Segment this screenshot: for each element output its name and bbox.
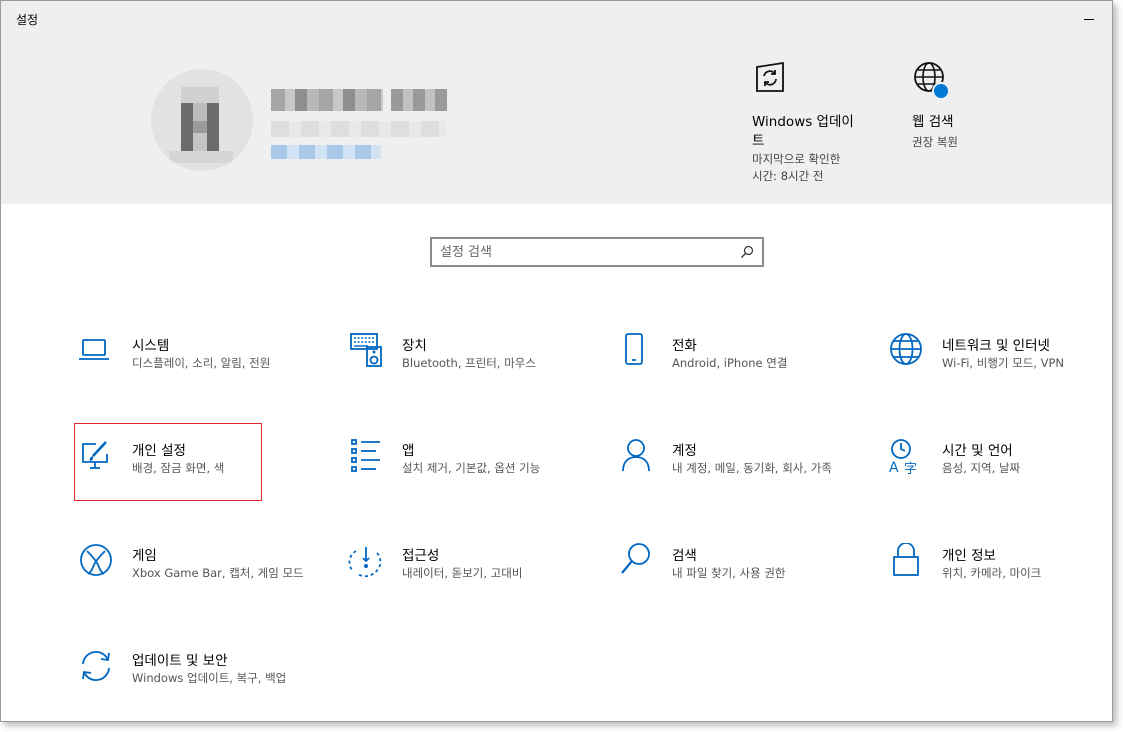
search-input[interactable]: [440, 243, 730, 261]
tile-devices[interactable]: 장치 Bluetooth, 프린터, 마우스: [344, 333, 594, 413]
tile-title: 시스템: [132, 338, 170, 354]
tile-subtitle: 설치 제거, 기본값, 옵션 기능: [402, 461, 541, 475]
tile-title: 접근성: [402, 548, 440, 564]
tile-accounts[interactable]: 계정 내 계정, 메일, 동기화, 회사, 가족: [614, 438, 864, 518]
tile-subtitle: 내레이터, 돋보기, 고대비: [402, 566, 523, 580]
globe-icon: [914, 62, 950, 100]
account-header: Windows 업데이트 마지막으로 확인한 시간: 8시간 전 웹 검색 권장…: [1, 37, 1112, 204]
xbox-icon: [80, 544, 112, 576]
apps-list-icon: [351, 439, 380, 472]
windows-update-status-2: 시간: 8시간 전: [752, 169, 824, 183]
account-name-redacted: [271, 89, 383, 111]
tile-subtitle: Wi-Fi, 비행기 모드, VPN: [942, 356, 1065, 370]
tile-title: 계정: [672, 443, 697, 459]
account-email-redacted: [271, 121, 447, 137]
globe-network-icon: [890, 333, 922, 365]
tile-subtitle: 내 파일 찾기, 사용 권한: [672, 566, 786, 580]
tile-subtitle: Bluetooth, 프린터, 마우스: [402, 356, 536, 370]
settings-search-box[interactable]: [430, 237, 764, 267]
search-icon: [741, 245, 754, 258]
svg-text:A: A: [889, 460, 899, 476]
title-bar: 설정: [1, 1, 1112, 37]
windows-update-title: Windows 업데이트: [752, 114, 854, 149]
avatar[interactable]: [151, 69, 253, 171]
tile-title: 장치: [402, 338, 427, 354]
tile-system[interactable]: 시스템 디스플레이, 소리, 알림, 전원: [74, 333, 324, 413]
account-link-redacted[interactable]: [271, 145, 381, 159]
keyboard-speaker-icon: [350, 333, 382, 367]
window-title: 설정: [16, 13, 39, 27]
tile-title: 전화: [672, 338, 697, 354]
header-web-search[interactable]: 웹 검색 권장 복원: [911, 61, 1031, 161]
tile-subtitle: Android, iPhone 연결: [672, 356, 788, 370]
accessibility-icon: [348, 547, 382, 578]
header-windows-update[interactable]: Windows 업데이트 마지막으로 확인한 시간: 8시간 전: [751, 61, 881, 191]
tile-search[interactable]: 검색 내 파일 찾기, 사용 권한: [614, 543, 864, 623]
tile-subtitle: Windows 업데이트, 복구, 백업: [132, 671, 287, 685]
tile-subtitle: 내 계정, 메일, 동기화, 회사, 가족: [672, 461, 832, 475]
phone-icon: [625, 333, 643, 365]
tile-title: 검색: [672, 548, 697, 564]
person-icon: [622, 439, 650, 472]
windows-update-status-1: 마지막으로 확인한: [752, 152, 841, 166]
magnifier-icon: [621, 543, 650, 574]
tile-network[interactable]: 네트워크 및 인터넷 Wi-Fi, 비행기 모드, VPN: [884, 333, 1123, 413]
minimize-button[interactable]: [1066, 1, 1112, 37]
tile-gaming[interactable]: 게임 Xbox Game Bar, 캡처, 게임 모드: [74, 543, 324, 623]
tile-title: 개인 정보: [942, 548, 996, 564]
tile-time-language[interactable]: A 字 시간 및 언어 음성, 지역, 날짜: [884, 438, 1123, 518]
account-name-redacted-2: [391, 89, 447, 111]
tile-title: 앱: [402, 443, 415, 459]
tile-subtitle: Xbox Game Bar, 캡처, 게임 모드: [132, 566, 304, 580]
tile-title: 게임: [132, 548, 157, 564]
sync-icon: [82, 651, 110, 681]
web-search-title: 웹 검색: [912, 114, 954, 130]
tile-phone[interactable]: 전화 Android, iPhone 연결: [614, 333, 864, 413]
tile-subtitle: 디스플레이, 소리, 알림, 전원: [132, 356, 271, 370]
tile-title: 네트워크 및 인터넷: [942, 338, 1050, 354]
tile-subtitle: 음성, 지역, 날짜: [942, 461, 1021, 475]
lock-icon: [893, 543, 919, 576]
windows-update-icon: [756, 61, 784, 92]
svg-text:字: 字: [904, 462, 917, 477]
tile-subtitle: 위치, 카메라, 마이크: [942, 566, 1042, 580]
tile-title: 시간 및 언어: [942, 443, 1013, 459]
laptop-icon: [79, 339, 109, 360]
tile-privacy[interactable]: 개인 정보 위치, 카메라, 마이크: [884, 543, 1123, 623]
tile-apps[interactable]: 앱 설치 제거, 기본값, 옵션 기능: [344, 438, 594, 518]
web-search-subtitle: 권장 복원: [912, 135, 958, 149]
personalization-highlight-box: [74, 423, 262, 501]
tile-accessibility[interactable]: 접근성 내레이터, 돋보기, 고대비: [344, 543, 594, 623]
tile-title: 업데이트 및 보안: [132, 653, 228, 669]
time-language-icon: A 字: [889, 439, 917, 477]
tile-update-security[interactable]: 업데이트 및 보안 Windows 업데이트, 복구, 백업: [74, 648, 324, 728]
settings-window: 설정 Windows 업데이트 마지막으로 확인한 시간: 8시간 전 웹 검색…: [0, 0, 1113, 722]
